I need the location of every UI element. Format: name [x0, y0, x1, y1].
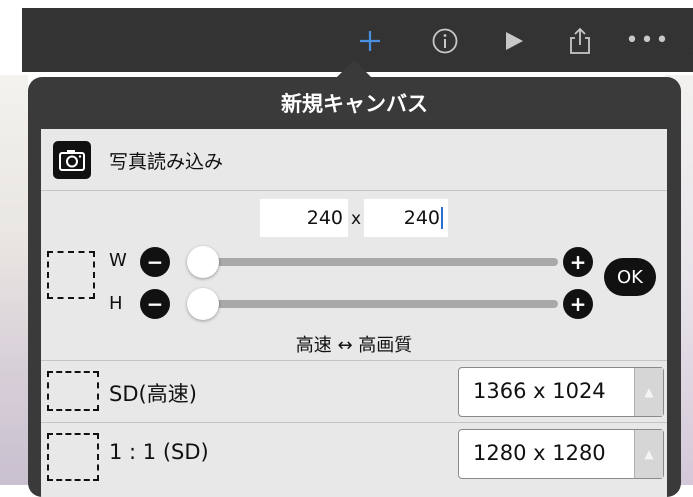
height-value: 240: [403, 207, 440, 229]
height-slider-thumb[interactable]: [187, 288, 219, 320]
size-separator: x: [351, 209, 362, 229]
speed-quality-label: 高速 ↔ 高画質: [295, 335, 413, 356]
photo-import-row[interactable]: 写真読み込み: [41, 129, 667, 191]
width-value: 240: [306, 207, 343, 229]
background-canvas-left: [0, 75, 28, 485]
new-canvas-panel: 写真読み込み 240 x 240 W − + H − + OK 高速 ↔ 高画質…: [41, 129, 667, 497]
info-icon[interactable]: [430, 28, 460, 54]
width-slider-thumb[interactable]: [187, 246, 219, 278]
preset-preview-dashed: [47, 371, 99, 411]
preset-row-sd[interactable]: SD(高速) 1366 x 1024 ▲: [41, 360, 667, 422]
play-icon[interactable]: [499, 28, 529, 54]
more-icon[interactable]: •••: [626, 28, 669, 54]
preset-label: SD(高速): [109, 382, 197, 406]
preset-label: 1 : 1 (SD): [109, 440, 209, 464]
w-label: W: [109, 250, 127, 271]
preset-row-square-sd[interactable]: 1 : 1 (SD) 1280 x 1280 ▲: [41, 422, 667, 484]
width-input[interactable]: 240: [260, 199, 348, 237]
height-input[interactable]: 240: [364, 199, 448, 237]
popover-title: 新規キャンバス: [281, 92, 428, 116]
popover-arrow: [336, 60, 372, 78]
select-arrow-icon[interactable]: ▲: [634, 368, 663, 416]
preset-size-value: 1280 x 1280: [473, 441, 606, 465]
share-icon[interactable]: [565, 27, 595, 54]
width-slider-track[interactable]: [216, 258, 558, 266]
preset-size-select[interactable]: 1366 x 1024 ▲: [458, 367, 664, 417]
camera-icon: [53, 141, 91, 179]
photo-import-label: 写真読み込み: [109, 151, 224, 173]
h-label: H: [109, 293, 123, 314]
preset-size-select[interactable]: 1280 x 1280 ▲: [458, 429, 664, 479]
ok-button[interactable]: OK: [604, 258, 656, 296]
select-arrow-icon[interactable]: ▲: [634, 430, 663, 478]
height-slider-track[interactable]: [216, 300, 558, 308]
height-minus-button[interactable]: −: [140, 289, 170, 319]
new-canvas-popover: 新規キャンバス 写真読み込み 240 x 240 W − + H − + OK …: [28, 77, 681, 497]
width-plus-button[interactable]: +: [563, 247, 593, 277]
preset-preview-dashed: [47, 433, 99, 481]
width-minus-button[interactable]: −: [140, 247, 170, 277]
height-plus-button[interactable]: +: [563, 289, 593, 319]
add-icon[interactable]: [355, 28, 385, 54]
canvas-preview-dashed: [47, 251, 95, 299]
preset-size-value: 1366 x 1024: [473, 379, 606, 403]
text-caret: [441, 207, 443, 229]
